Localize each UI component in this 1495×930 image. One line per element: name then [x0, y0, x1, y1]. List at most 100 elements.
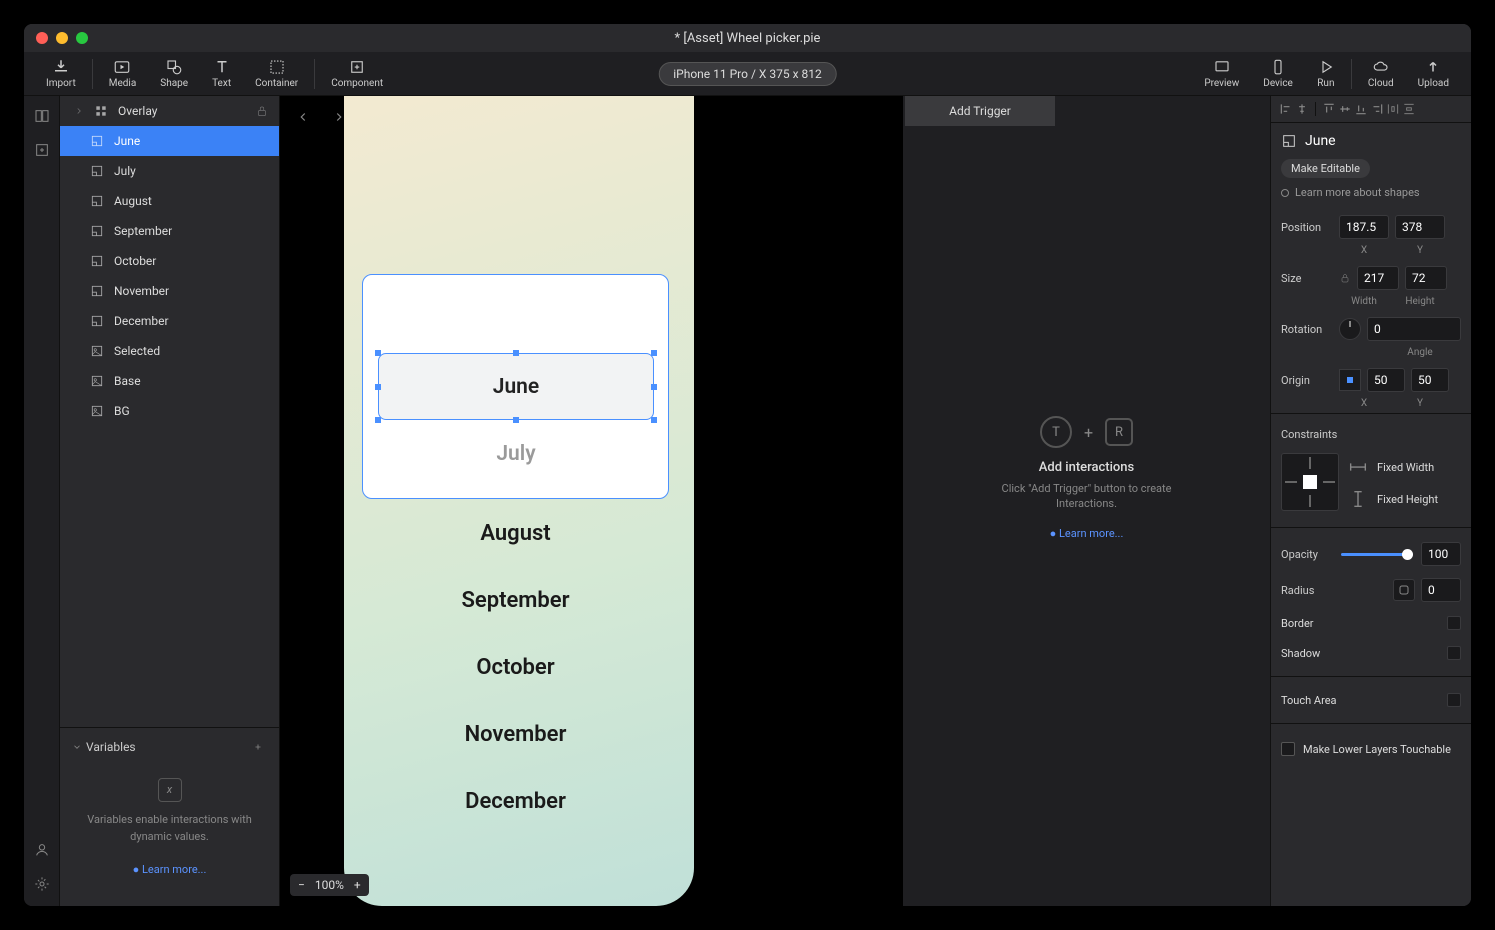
shape-icon	[90, 224, 104, 238]
variables-learn-link[interactable]: ● Learn more...	[133, 863, 207, 876]
image-icon	[90, 374, 104, 388]
height-input[interactable]	[1405, 266, 1447, 290]
canvas-month[interactable]: December	[362, 768, 669, 835]
make-editable-button[interactable]: Make Editable	[1281, 159, 1370, 178]
origin-grid[interactable]	[1339, 369, 1361, 391]
upload-button[interactable]: Upload	[1406, 54, 1461, 94]
settings-icon[interactable]	[34, 876, 50, 896]
layers-tab-icon[interactable]	[34, 108, 50, 128]
position-x-input[interactable]	[1339, 215, 1389, 239]
constraint-grid[interactable]	[1281, 453, 1339, 511]
position-label: Position	[1281, 221, 1333, 234]
layer-row-overlay[interactable]: Overlay	[60, 96, 279, 126]
distribute-v-icon[interactable]	[1402, 102, 1416, 116]
shape-button[interactable]: Shape	[148, 54, 200, 94]
plus-icon: +	[1084, 423, 1093, 442]
align-top-icon[interactable]	[1322, 102, 1336, 116]
container-button[interactable]: Container	[243, 54, 310, 94]
trigger-help-desc: Click "Add Trigger" button to create Int…	[977, 481, 1197, 512]
touch-area-toggle[interactable]	[1447, 693, 1461, 707]
canvas-june-element[interactable]: June	[378, 353, 654, 420]
user-icon[interactable]	[34, 842, 50, 862]
trigger-panel: Add Trigger T + R Add interactions Click…	[903, 96, 1271, 906]
media-button[interactable]: Media	[97, 54, 149, 94]
align-left-icon[interactable]	[1279, 102, 1293, 116]
run-button[interactable]: Run	[1305, 54, 1347, 94]
lock-icon[interactable]	[255, 104, 269, 118]
layer-row-june[interactable]: June	[60, 126, 279, 156]
zoom-out-button[interactable]: −	[298, 878, 305, 892]
canvas-month[interactable]: November	[362, 701, 669, 768]
rotation-label: Rotation	[1281, 323, 1333, 336]
border-toggle[interactable]	[1447, 616, 1461, 630]
minimize-icon[interactable]	[56, 32, 68, 44]
layer-row-selected[interactable]: Selected	[60, 336, 279, 366]
titlebar: * [Asset] Wheel picker.pie	[24, 24, 1471, 52]
variables-panel: Variables x Variables enable interaction…	[60, 727, 279, 906]
angle-input[interactable]	[1367, 317, 1461, 341]
variables-label: Variables	[86, 740, 136, 754]
inspector-title: June	[1305, 133, 1336, 149]
lower-layers-checkbox[interactable]	[1281, 742, 1295, 756]
radius-mode-icon[interactable]	[1393, 579, 1415, 601]
trigger-help-title: Add interactions	[977, 460, 1197, 475]
layer-row-october[interactable]: October	[60, 246, 279, 276]
opacity-input[interactable]	[1421, 542, 1461, 566]
shape-icon	[90, 194, 104, 208]
close-icon[interactable]	[36, 32, 48, 44]
origin-x-input[interactable]	[1367, 368, 1405, 392]
canvas-month[interactable]: October	[362, 634, 669, 701]
touch-area-label: Touch Area	[1281, 694, 1337, 707]
lock-icon[interactable]	[1339, 272, 1351, 284]
fixed-width-toggle[interactable]: Fixed Width	[1347, 453, 1438, 481]
preview-button[interactable]: Preview	[1192, 54, 1251, 94]
zoom-value[interactable]: 100%	[315, 878, 344, 892]
device-pill[interactable]: iPhone 11 Pro / X 375 x 812	[658, 62, 837, 86]
shape-icon	[90, 134, 104, 148]
zoom-in-button[interactable]: +	[354, 878, 361, 892]
cloud-button[interactable]: Cloud	[1356, 54, 1406, 94]
shape-icon	[90, 254, 104, 268]
import-button[interactable]: Import	[34, 54, 88, 94]
inspector: June Make Editable Learn more about shap…	[1271, 96, 1471, 906]
origin-y-input[interactable]	[1411, 368, 1449, 392]
shadow-toggle[interactable]	[1447, 646, 1461, 660]
layer-row-september[interactable]: September	[60, 216, 279, 246]
distribute-h-icon[interactable]	[1386, 102, 1400, 116]
toolbar: Import Media Shape Text Container	[24, 52, 1471, 96]
align-vcenter-icon[interactable]	[1338, 102, 1352, 116]
add-tab-icon[interactable]	[34, 142, 50, 162]
nav-back-button[interactable]	[290, 104, 316, 130]
width-input[interactable]	[1357, 266, 1399, 290]
layer-row-base[interactable]: Base	[60, 366, 279, 396]
canvas-month[interactable]: September	[362, 567, 669, 634]
device-button[interactable]: Device	[1251, 54, 1305, 94]
layer-row-november[interactable]: November	[60, 276, 279, 306]
maximize-icon[interactable]	[76, 32, 88, 44]
rotation-dial[interactable]	[1339, 318, 1361, 340]
radius-input[interactable]	[1421, 578, 1461, 602]
layer-row-august[interactable]: August	[60, 186, 279, 216]
align-right-icon[interactable]	[1370, 102, 1384, 116]
layer-row-july[interactable]: July	[60, 156, 279, 186]
layer-row-december[interactable]: December	[60, 306, 279, 336]
fixed-height-toggle[interactable]: Fixed Height	[1347, 485, 1438, 513]
canvas-month[interactable]: August	[362, 500, 669, 567]
component-button[interactable]: Component	[319, 54, 395, 94]
learn-shapes-link[interactable]: Learn more about shapes	[1271, 186, 1471, 209]
trigger-learn-link[interactable]: ● Learn more...	[1050, 527, 1124, 540]
canvas[interactable]: June July August September October Novem…	[280, 96, 903, 906]
shape-icon	[90, 314, 104, 328]
canvas-july-element[interactable]: July	[378, 420, 654, 487]
text-button[interactable]: Text	[200, 54, 243, 94]
chevron-down-icon[interactable]	[72, 742, 82, 752]
opacity-slider[interactable]	[1341, 553, 1413, 556]
left-tab-bar	[24, 96, 60, 906]
align-bottom-icon[interactable]	[1354, 102, 1368, 116]
layer-row-bg[interactable]: BG	[60, 396, 279, 426]
align-center-icon[interactable]	[1295, 102, 1309, 116]
plus-icon[interactable]	[253, 742, 263, 752]
add-trigger-button[interactable]: Add Trigger	[905, 96, 1055, 126]
image-icon	[90, 404, 104, 418]
position-y-input[interactable]	[1395, 215, 1445, 239]
